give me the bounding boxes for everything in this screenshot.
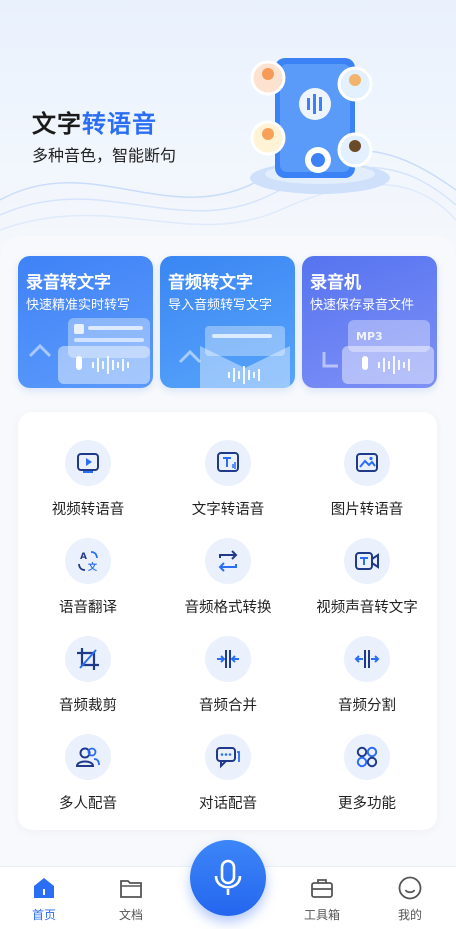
video-text-icon xyxy=(344,538,390,584)
tool-audio-merge[interactable]: 音频合并 xyxy=(158,636,298,726)
tool-label: 语音翻译 xyxy=(59,600,117,616)
hero-subtitle: 多种音色，智能断句 xyxy=(32,146,177,165)
tool-audio-format-convert[interactable]: 音频格式转换 xyxy=(158,538,298,628)
tab-label: 工具箱 xyxy=(303,908,340,922)
video-play-icon xyxy=(65,440,111,486)
crop-icon xyxy=(65,636,111,682)
folder-icon xyxy=(120,880,142,898)
tool-label: 更多功能 xyxy=(338,796,396,812)
tool-dialogue-dubbing[interactable]: 对话配音 xyxy=(158,734,298,824)
microphone-icon xyxy=(214,859,242,895)
record-mic-button[interactable] xyxy=(190,840,266,916)
tool-more-functions[interactable]: 更多功能 xyxy=(297,734,437,824)
feature-title: 录音机 xyxy=(310,273,361,293)
tab-home[interactable]: 首页 xyxy=(14,875,74,925)
mp3-file-illustration: MP3 xyxy=(322,320,434,384)
feature-subtitle: 快速精准实时转写 xyxy=(26,298,131,313)
grid-icon xyxy=(344,734,390,780)
svg-text:文: 文 xyxy=(87,561,98,573)
tool-label: 音频合并 xyxy=(199,698,257,714)
feature-card-recorder[interactable]: 录音机 快速保存录音文件 MP3 xyxy=(302,256,437,388)
split-icon xyxy=(344,636,390,682)
tool-label: 图片转语音 xyxy=(330,502,404,518)
tool-audio-crop[interactable]: 音频裁剪 xyxy=(18,636,158,726)
image-icon xyxy=(344,440,390,486)
tool-text-to-speech[interactable]: 文字转语音 xyxy=(158,440,298,530)
tool-label: 对话配音 xyxy=(199,796,257,812)
tool-image-to-speech[interactable]: 图片转语音 xyxy=(297,440,437,530)
tool-label: 视频声音转文字 xyxy=(316,600,418,616)
doc-wave-illustration xyxy=(28,318,150,384)
mp3-badge: MP3 xyxy=(356,330,383,343)
tab-label: 文档 xyxy=(118,908,143,922)
merge-icon xyxy=(205,636,251,682)
feature-subtitle: 导入音频转写文字 xyxy=(168,298,273,313)
phone-illustration xyxy=(250,58,390,194)
tool-label: 多人配音 xyxy=(59,796,117,812)
tool-multi-voice-dubbing[interactable]: 多人配音 xyxy=(18,734,158,824)
tab-toolbox[interactable]: 工具箱 xyxy=(292,875,352,925)
tool-video-to-speech[interactable]: 视频转语音 xyxy=(18,440,158,530)
chat-icon xyxy=(205,734,251,780)
feature-card-record-to-text[interactable]: 录音转文字 快速精准实时转写 xyxy=(18,256,153,388)
feature-subtitle: 快速保存录音文件 xyxy=(310,298,415,313)
profile-icon xyxy=(398,876,422,900)
tab-label: 我的 xyxy=(397,908,422,922)
tool-video-audio-to-text[interactable]: 视频声音转文字 xyxy=(297,538,437,628)
feature-title: 音频转文字 xyxy=(168,273,253,293)
tool-audio-split[interactable]: 音频分割 xyxy=(297,636,437,726)
tool-label: 音频格式转换 xyxy=(184,600,272,616)
people-icon xyxy=(65,734,111,780)
toolbox-icon xyxy=(311,879,333,898)
envelope-wave-illustration xyxy=(178,326,290,388)
tool-speech-translate[interactable]: A文 语音翻译 xyxy=(18,538,158,628)
home-icon xyxy=(34,878,54,898)
text-sound-icon xyxy=(205,440,251,486)
tool-label: 音频裁剪 xyxy=(59,698,117,714)
convert-icon xyxy=(205,538,251,584)
tab-mine[interactable]: 我的 xyxy=(380,875,440,925)
hero-title: 文字转语音 xyxy=(32,110,157,138)
hero-banner[interactable]: 文字转语音 多种音色，智能断句 xyxy=(0,0,456,250)
translate-icon: A文 xyxy=(65,538,111,584)
feature-title: 录音转文字 xyxy=(26,273,111,293)
tool-label: 文字转语音 xyxy=(191,502,265,518)
tools-grid: 视频转语音 文字转语音 图片转语音 A文 语音翻译 音频格式转换 视频声音转文字 xyxy=(18,412,437,830)
svg-text:A: A xyxy=(80,552,87,562)
feature-card-audio-to-text[interactable]: 音频转文字 导入音频转写文字 xyxy=(160,256,295,388)
tab-docs[interactable]: 文档 xyxy=(101,875,161,925)
tool-label: 视频转语音 xyxy=(51,502,125,518)
tool-label: 音频分割 xyxy=(338,698,396,714)
tab-label: 首页 xyxy=(31,908,56,922)
